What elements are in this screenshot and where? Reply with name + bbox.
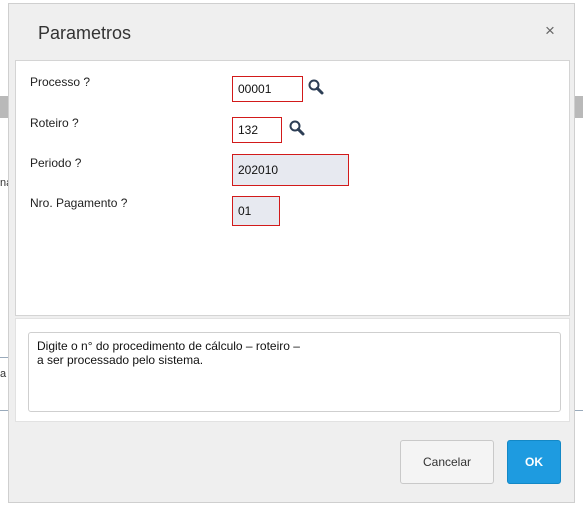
dialog-title: Parametros xyxy=(38,23,132,43)
background-toolbar-right xyxy=(575,96,583,118)
periodo-field: 202010 xyxy=(232,154,349,186)
roteiro-input[interactable]: 132 xyxy=(232,117,282,143)
close-icon[interactable]: × xyxy=(545,21,555,41)
processo-input[interactable]: 00001 xyxy=(232,76,303,102)
cancel-button[interactable]: Cancelar xyxy=(400,440,494,484)
help-panel: Digite o n° do procedimento de cálculo –… xyxy=(15,318,570,422)
help-text-line: a ser processado pelo sistema. xyxy=(37,353,204,367)
ok-button[interactable]: OK xyxy=(507,440,561,484)
search-icon[interactable] xyxy=(288,119,306,137)
background-divider xyxy=(0,410,8,411)
nro-pagamento-field: 01 xyxy=(232,196,280,226)
nro-pagamento-label: Nro. Pagamento ? xyxy=(30,196,128,210)
search-icon[interactable] xyxy=(307,78,325,96)
parameters-panel: Processo ? 00001 Roteiro ? 132 Periodo ?… xyxy=(15,60,570,316)
background-toolbar-left xyxy=(0,96,8,118)
parametros-dialog: Parametros × Processo ? 00001 Roteiro ? … xyxy=(8,3,575,503)
help-text-box: Digite o n° do procedimento de cálculo –… xyxy=(28,332,561,412)
background-text-2: a xyxy=(0,368,7,380)
processo-label: Processo ? xyxy=(30,75,91,89)
periodo-label: Periodo ? xyxy=(30,156,82,170)
roteiro-label: Roteiro ? xyxy=(30,116,79,130)
background-divider xyxy=(0,357,8,358)
background-divider xyxy=(575,410,583,411)
help-text-line: Digite o n° do procedimento de cálculo –… xyxy=(37,339,300,353)
